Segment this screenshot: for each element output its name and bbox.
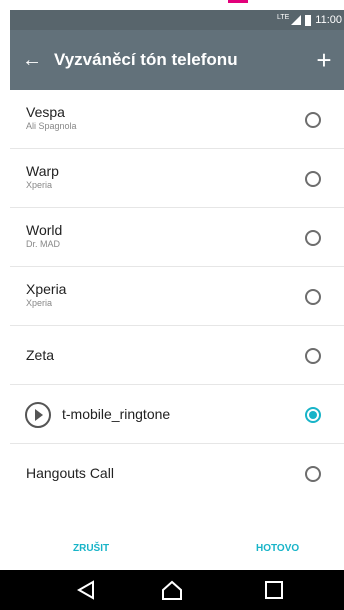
play-icon[interactable] — [25, 402, 51, 428]
radio-button[interactable] — [305, 348, 321, 364]
ringtone-item-world[interactable]: World Dr. MAD — [10, 208, 344, 267]
plus-icon: + — [316, 44, 332, 75]
ringtone-title: Warp — [26, 163, 59, 179]
recent-apps-icon[interactable] — [262, 579, 286, 601]
ringtone-item-warp[interactable]: Warp Xperia — [10, 149, 344, 208]
radio-button[interactable] — [305, 466, 321, 482]
home-icon[interactable] — [160, 579, 184, 601]
radio-button[interactable] — [305, 171, 321, 187]
back-button[interactable]: ← — [10, 30, 54, 90]
radio-button-selected[interactable] — [305, 407, 321, 423]
arrow-left-icon: ← — [22, 48, 42, 71]
done-button[interactable]: HOTOVO — [256, 543, 299, 554]
dialog-actions: ZRUŠIT HOTOVO — [10, 530, 344, 570]
radio-button[interactable] — [305, 112, 321, 128]
ringtone-item-t-mobile[interactable]: t-mobile_ringtone — [10, 385, 344, 444]
ringtone-item-vespa[interactable]: Vespa Ali Spagnola — [10, 90, 344, 149]
back-triangle-icon[interactable] — [74, 579, 98, 601]
ringtone-title: Vespa — [26, 104, 65, 120]
ringtone-list: Vespa Ali Spagnola Warp Xperia World Dr.… — [10, 90, 344, 530]
signal-icon — [291, 15, 302, 25]
ringtone-item-hangouts-call[interactable]: Hangouts Call — [10, 444, 344, 503]
battery-icon — [305, 14, 312, 26]
ringtone-item-zeta[interactable]: Zeta — [10, 326, 344, 385]
ringtone-subtitle: Xperia — [26, 298, 53, 308]
cancel-button[interactable]: ZRUŠIT — [73, 543, 109, 554]
app-bar: ← Vyzváněcí tón telefonu + — [10, 30, 344, 90]
ringtone-title: t-mobile_ringtone — [62, 406, 171, 422]
ringtone-title: Zeta — [26, 347, 55, 363]
navigation-bar — [0, 570, 344, 610]
add-ringtone-button[interactable]: + — [304, 30, 344, 90]
page-title: Vyzváněcí tón telefonu — [54, 50, 238, 69]
ringtone-item-xperia[interactable]: Xperia Xperia — [10, 267, 344, 326]
top-strip — [0, 0, 344, 10]
clock: 11:00 — [315, 14, 342, 26]
status-bar: LTE 11:00 — [10, 10, 344, 30]
ringtone-title: Xperia — [26, 281, 67, 297]
radio-button[interactable] — [305, 230, 321, 246]
ringtone-title: Hangouts Call — [26, 465, 114, 481]
ringtone-subtitle: Ali Spagnola — [26, 121, 77, 131]
radio-button[interactable] — [305, 289, 321, 305]
network-type: LTE — [276, 13, 290, 21]
accent-mark — [228, 0, 248, 3]
ringtone-title: World — [26, 222, 63, 238]
ringtone-subtitle: Dr. MAD — [26, 239, 61, 249]
ringtone-subtitle: Xperia — [26, 180, 53, 190]
